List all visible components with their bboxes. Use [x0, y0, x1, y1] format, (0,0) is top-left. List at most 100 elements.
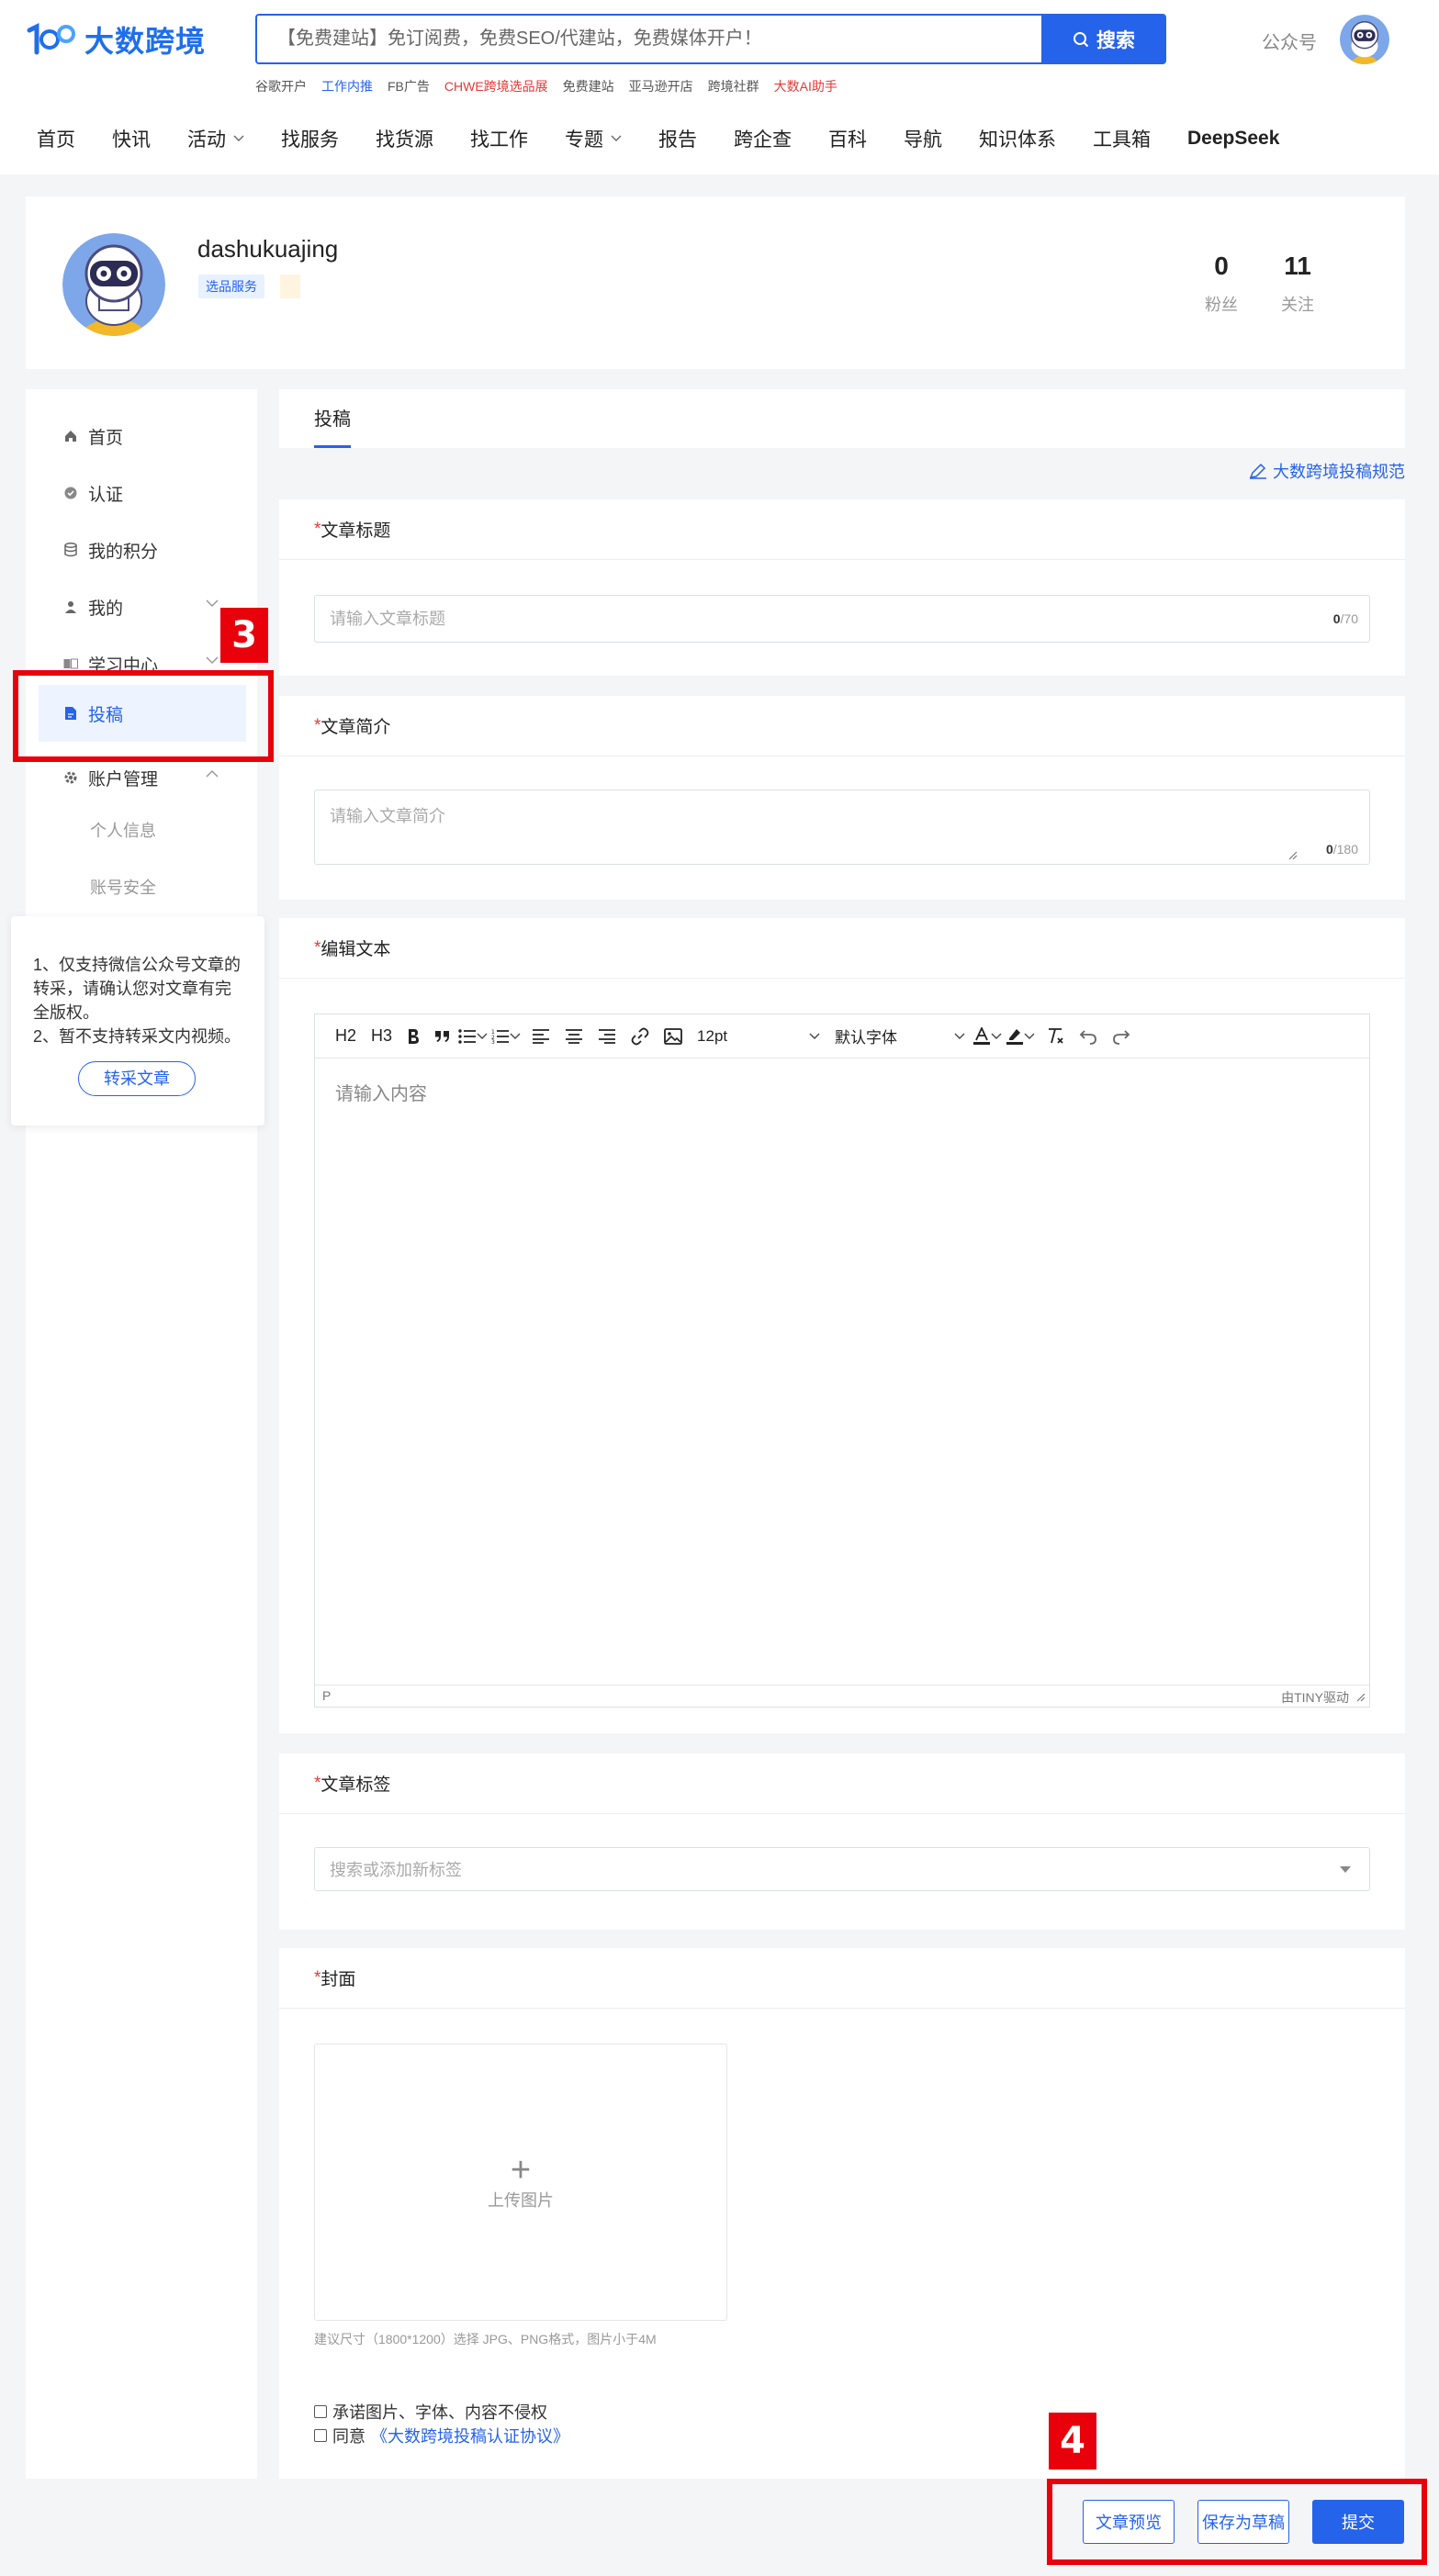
summary-field[interactable]: 0/180: [314, 790, 1370, 865]
hot-link[interactable]: 工作内推: [321, 77, 373, 95]
hot-link[interactable]: 免费建站: [563, 77, 614, 95]
text-color-button[interactable]: [972, 1020, 991, 1053]
search-field[interactable]: [255, 14, 1043, 64]
submission-rules-link[interactable]: 大数跨境投稿规范: [1249, 459, 1405, 483]
chevron-down-icon: [954, 1033, 965, 1039]
nav-item[interactable]: 找货源: [376, 125, 433, 152]
bullet-list-button[interactable]: [458, 1020, 477, 1053]
text-color-dropdown[interactable]: [991, 1020, 1006, 1053]
nav-item-label: 知识体系: [979, 129, 1056, 151]
agree-protocol-checkbox[interactable]: [314, 2429, 327, 2442]
summary-textarea[interactable]: [315, 790, 1369, 864]
hot-link[interactable]: 谷歌开户: [255, 77, 307, 95]
title-char-counter: 0/70: [1333, 611, 1358, 626]
nav-item[interactable]: 专题: [565, 125, 622, 152]
bold-icon: [409, 1028, 420, 1044]
bold-button[interactable]: [399, 1020, 427, 1053]
title-field[interactable]: 0/70: [314, 595, 1370, 643]
editor-statusbar: P 由TINY驱动: [315, 1685, 1369, 1707]
editor-label: 编辑文本: [320, 940, 391, 959]
editor-powered-by[interactable]: 由TINY驱动: [1281, 1688, 1349, 1707]
link-button[interactable]: [624, 1020, 657, 1053]
numbered-list-icon: 123: [491, 1029, 510, 1044]
heading2-button[interactable]: H2: [328, 1020, 364, 1053]
nav-item[interactable]: 知识体系: [979, 125, 1056, 152]
wechat-official-account-link[interactable]: 公众号: [1262, 28, 1317, 54]
tip-line: 转采，请确认您对文章有完: [33, 980, 231, 998]
editor-section-header: * 编辑文本: [279, 918, 1405, 979]
sidebar-item-label: 账户管理: [88, 769, 159, 790]
font-size-value: 12pt: [697, 1026, 728, 1045]
fans-stat[interactable]: 0 粉丝: [1205, 252, 1238, 316]
highlight-color-button[interactable]: [1006, 1020, 1024, 1053]
nav-item-label: 报告: [658, 129, 697, 151]
sidebar-item-verify[interactable]: 认证: [39, 465, 246, 521]
nav-item[interactable]: 跨企查: [734, 125, 792, 152]
hot-link[interactable]: 亚马逊开店: [629, 77, 693, 95]
nav-item[interactable]: DeepSeek: [1187, 128, 1279, 150]
nav-item[interactable]: 百科: [828, 125, 867, 152]
chevron-down-icon: [206, 656, 219, 665]
tags-select[interactable]: 搜索或添加新标签: [314, 1847, 1370, 1891]
sidebar-item-mine[interactable]: 我的: [39, 578, 246, 635]
chevron-down-icon: [477, 1033, 488, 1039]
repost-article-button[interactable]: 转采文章: [78, 1061, 196, 1096]
submission-protocol-link[interactable]: 《大数跨境投稿认证协议》: [371, 2424, 569, 2447]
resize-handle-icon[interactable]: [1287, 849, 1298, 860]
hot-link[interactable]: FB广告: [388, 77, 430, 95]
tip-line: 1、仅支持微信公众号文章的: [33, 956, 242, 974]
font-family-select[interactable]: 默认字体: [827, 1020, 972, 1053]
home-icon: [62, 428, 79, 444]
numbered-list-dropdown[interactable]: [510, 1020, 524, 1053]
site-logo[interactable]: 大数跨境: [26, 17, 206, 62]
following-stat[interactable]: 11 关注: [1281, 252, 1314, 316]
search-button[interactable]: 搜索: [1041, 14, 1166, 64]
logo-mark-icon: [27, 22, 75, 55]
sidebar-subitem-personal-info[interactable]: 个人信息: [90, 818, 156, 842]
hot-link[interactable]: 跨境社群: [708, 77, 759, 95]
nav-item[interactable]: 找服务: [281, 125, 339, 152]
sidebar-subitem-account-security[interactable]: 账号安全: [90, 875, 156, 899]
required-mark: *: [314, 1773, 321, 1793]
nav-item[interactable]: 报告: [658, 125, 697, 152]
agree-copyright-checkbox[interactable]: [314, 2405, 327, 2418]
font-family-value: 默认字体: [835, 1029, 898, 1047]
align-center-button[interactable]: [557, 1020, 590, 1053]
tab-submit[interactable]: 投稿: [314, 389, 351, 448]
search-input[interactable]: [257, 16, 1041, 62]
resize-handle-icon[interactable]: [1355, 1691, 1366, 1702]
heading3-button[interactable]: H3: [364, 1020, 399, 1053]
following-label: 关注: [1281, 296, 1314, 314]
profile-avatar[interactable]: [62, 233, 165, 336]
numbered-list-button[interactable]: 123: [491, 1020, 510, 1053]
sidebar-item-label: 我的: [88, 599, 124, 619]
redo-button[interactable]: [1105, 1020, 1138, 1053]
highlight-color-dropdown[interactable]: [1024, 1020, 1039, 1053]
hot-link[interactable]: 大数AI助手: [774, 77, 838, 95]
align-right-button[interactable]: [590, 1020, 624, 1053]
agree-copyright-label: 承诺图片、字体、内容不侵权: [332, 2403, 547, 2422]
hot-link[interactable]: CHWE跨境选品展: [444, 77, 548, 95]
undo-button[interactable]: [1072, 1020, 1105, 1053]
clear-format-button[interactable]: [1039, 1020, 1072, 1053]
summary-label: 文章简介: [320, 718, 391, 737]
cover-upload-area[interactable]: + 上传图片: [314, 2044, 727, 2321]
align-left-button[interactable]: [524, 1020, 557, 1053]
nav-item[interactable]: 导航: [904, 125, 942, 152]
nav-item[interactable]: 快讯: [112, 125, 151, 152]
title-input[interactable]: [315, 596, 1369, 642]
image-button[interactable]: [657, 1020, 690, 1053]
text-color-icon: [973, 1026, 991, 1045]
font-size-select[interactable]: 12pt: [690, 1020, 827, 1053]
editor-content-area[interactable]: 请输入内容: [335, 1079, 427, 1105]
bullet-list-icon: [458, 1028, 477, 1044]
bullet-list-dropdown[interactable]: [477, 1020, 491, 1053]
sidebar-item-points[interactable]: 我的积分: [39, 521, 246, 578]
nav-item[interactable]: 找工作: [470, 125, 528, 152]
nav-item[interactable]: 活动: [187, 125, 244, 152]
sidebar-item-home[interactable]: 首页: [39, 408, 246, 465]
blockquote-button[interactable]: [427, 1020, 458, 1053]
nav-item[interactable]: 工具箱: [1093, 125, 1151, 152]
nav-item[interactable]: 首页: [37, 125, 75, 152]
user-avatar[interactable]: [1340, 15, 1389, 64]
